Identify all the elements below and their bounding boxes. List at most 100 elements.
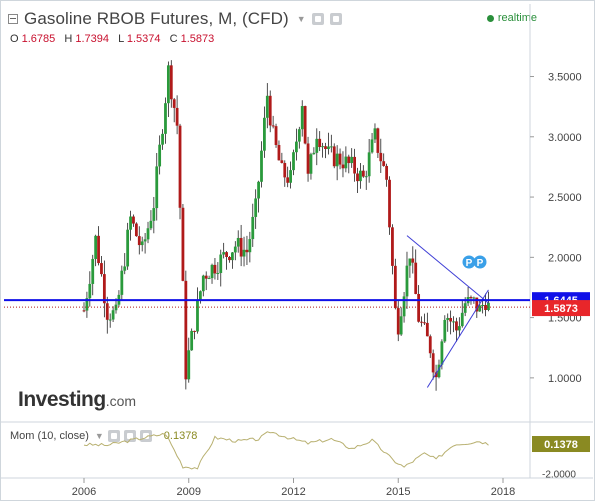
candle-body [356,173,359,182]
candle-body [408,258,412,266]
candle-body [257,181,260,199]
candle-body [463,303,467,313]
candle-body [271,125,275,127]
candle-body [329,146,333,148]
candle-body [166,65,170,104]
candle-body [254,198,258,217]
candle-body [309,154,313,174]
last-price-text: 1.5873 [544,303,578,315]
y-tick-label: 1.0000 [548,373,582,385]
candle-body [396,308,400,335]
candle-body [487,302,490,311]
candle-body [265,95,269,118]
candle-body [478,305,482,312]
candle-body [300,106,304,130]
candle-body [277,145,281,161]
candle-body [350,156,354,164]
candle-body [367,152,371,177]
candle-body [140,241,144,246]
candle-body [364,176,368,178]
candle-body [361,170,365,177]
candle-body [178,125,182,208]
candle-body [187,350,191,380]
candle-body [129,216,132,230]
candle-body [297,129,301,142]
candle-body [420,321,423,323]
candle-body [190,330,194,351]
y-tick-label: 2.0000 [548,252,582,264]
candle-body [289,170,292,183]
candle-body [82,310,86,312]
candle-body [312,152,316,155]
candle-body [385,165,389,180]
trendline [406,235,489,304]
y-tick-label: 3.5000 [548,72,582,84]
candle-body [132,216,135,224]
candle-body [94,235,98,259]
candle-body [196,299,199,332]
candle-body [353,156,357,174]
candle-body [469,297,473,299]
candle-body [274,126,278,146]
candle-body [134,223,138,237]
candle-body [236,237,240,247]
candle-body [172,99,176,108]
candle-body [126,229,130,267]
x-tick-label: 2009 [177,486,201,498]
candle-body [233,246,237,253]
candle-body [248,239,252,253]
candle-body [332,146,336,167]
candle-body [341,164,345,169]
candle-body [175,107,179,126]
candle-body [111,310,115,320]
candle-body [280,160,284,163]
candle-body [306,143,310,174]
candle-body [382,161,386,166]
candle-body [481,305,485,307]
candle-body [155,166,159,209]
momentum-value-text: 0.1378 [544,439,578,451]
candle-body [242,249,246,257]
candle-body [472,297,476,299]
candle-body [327,146,330,150]
candle-body [414,262,418,294]
candle-body [417,293,421,322]
y-tick-label: 3.0000 [548,132,582,144]
candle-body [443,319,447,342]
candle-body [88,283,92,299]
candle-body [204,275,208,279]
candle-body [100,263,103,275]
candle-body [428,336,432,354]
candle-body [213,264,217,274]
x-tick-label: 2015 [386,486,410,498]
candle-body [379,152,383,162]
candle-body [120,270,124,295]
candle-body [283,162,287,178]
pivot-marker-label: P [477,258,484,269]
candle-body [228,257,231,261]
candle-body [149,220,153,229]
candle-body [292,152,295,171]
candle-body [359,170,362,182]
candle-body [324,146,327,150]
candle-body [181,207,185,281]
candle-body [268,95,272,126]
candle-body [388,179,391,228]
candle-body [123,266,127,271]
candle-body [423,322,426,324]
candle-body [260,150,263,182]
candle-body [373,128,377,140]
candle-body [184,280,188,380]
candle-body [146,228,150,240]
candle-body [405,265,409,297]
candle-body [102,274,106,304]
candle-body [105,303,109,320]
candle-body [198,291,202,300]
price-chart[interactable]: 1.00001.50002.00002.50003.00003.50002006… [0,0,595,501]
candle-body [143,239,147,242]
y-tick-label: 2.5000 [548,192,582,204]
candle-body [376,128,380,153]
candle-body [225,252,228,258]
candle-body [440,341,444,365]
candle-body [446,317,450,320]
